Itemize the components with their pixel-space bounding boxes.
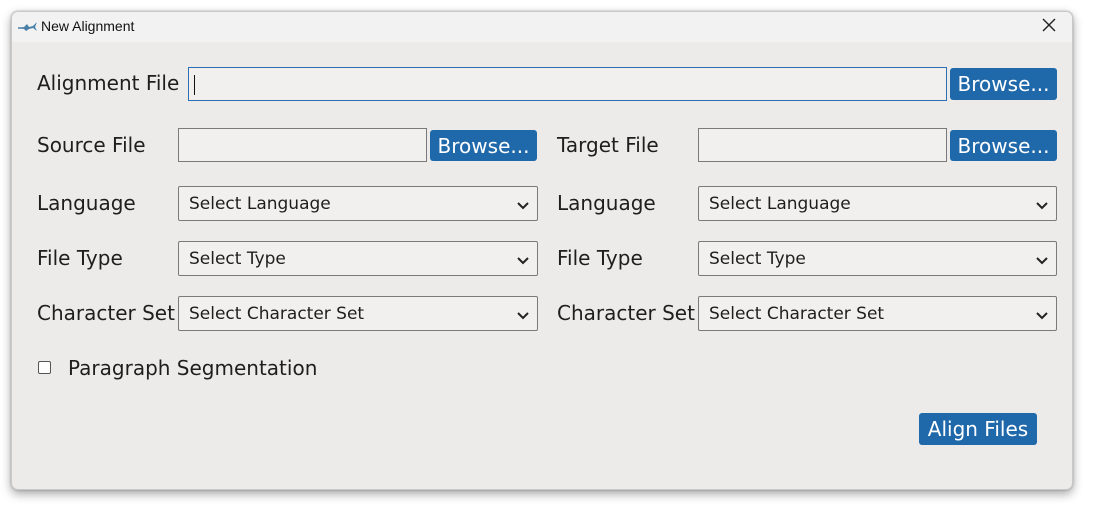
- alignment-browse-button[interactable]: Browse...: [950, 68, 1057, 100]
- chevron-down-icon: [516, 198, 530, 210]
- source-language-label: Language: [37, 191, 136, 215]
- close-button[interactable]: [1034, 14, 1064, 40]
- source-language-select[interactable]: Select Language: [178, 186, 538, 221]
- target-filetype-select[interactable]: Select Type: [698, 241, 1057, 276]
- paragraph-segmentation-label: Paragraph Segmentation: [68, 356, 318, 380]
- alignment-file-label: Alignment File: [37, 71, 180, 95]
- source-filetype-label: File Type: [37, 246, 123, 270]
- target-filetype-label: File Type: [557, 246, 643, 270]
- chevron-down-icon: [1035, 198, 1049, 210]
- chevron-down-icon: [1035, 308, 1049, 320]
- target-file-label: Target File: [557, 133, 659, 157]
- target-language-value: Select Language: [709, 194, 851, 214]
- align-files-button[interactable]: Align Files: [919, 413, 1037, 445]
- source-file-label: Source File: [37, 133, 146, 157]
- target-file-input[interactable]: [698, 128, 947, 162]
- target-filetype-value: Select Type: [709, 249, 806, 269]
- source-browse-button[interactable]: Browse...: [430, 130, 537, 161]
- close-icon: [1042, 18, 1056, 37]
- target-language-label: Language: [557, 191, 656, 215]
- source-file-input[interactable]: [178, 128, 427, 162]
- source-filetype-value: Select Type: [189, 249, 286, 269]
- target-browse-button[interactable]: Browse...: [950, 130, 1057, 161]
- chevron-down-icon: [516, 308, 530, 320]
- target-charset-label: Character Set: [557, 301, 695, 325]
- alignment-file-input[interactable]: [188, 67, 947, 101]
- source-language-value: Select Language: [189, 194, 331, 214]
- new-alignment-dialog: New Alignment Alignment File Browse... S…: [11, 11, 1073, 490]
- text-caret: [194, 75, 195, 95]
- target-charset-value: Select Character Set: [709, 304, 885, 324]
- fish-icon: [18, 20, 38, 34]
- title-bar: New Alignment: [12, 12, 1072, 42]
- chevron-down-icon: [1035, 253, 1049, 265]
- source-filetype-select[interactable]: Select Type: [178, 241, 538, 276]
- source-charset-select[interactable]: Select Character Set: [178, 296, 538, 331]
- source-charset-label: Character Set: [37, 301, 175, 325]
- window-title: New Alignment: [41, 18, 135, 34]
- source-charset-value: Select Character Set: [189, 304, 365, 324]
- target-language-select[interactable]: Select Language: [698, 186, 1057, 221]
- target-charset-select[interactable]: Select Character Set: [698, 296, 1057, 331]
- chevron-down-icon: [516, 253, 530, 265]
- paragraph-segmentation-checkbox[interactable]: [38, 361, 51, 374]
